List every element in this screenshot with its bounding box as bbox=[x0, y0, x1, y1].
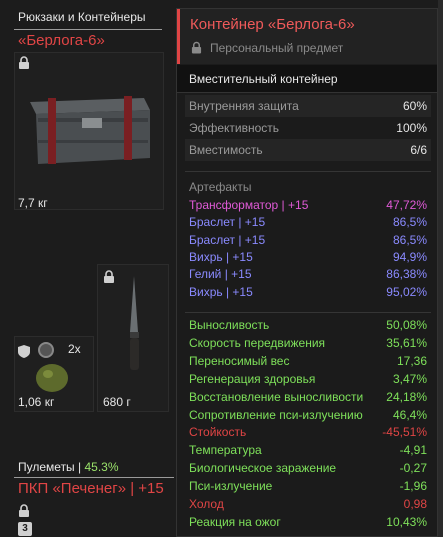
container-name: «Берлога-6» bbox=[18, 32, 105, 49]
artifact-name: Браслет | +15 bbox=[189, 215, 266, 230]
lock-icon bbox=[103, 270, 115, 283]
stat-label: Реакция на ожог bbox=[189, 514, 281, 529]
stat-label: Температура bbox=[189, 443, 262, 458]
stat-value: -4,91 bbox=[399, 443, 427, 458]
param-label: Внутренняя защита bbox=[189, 99, 299, 113]
stat-row: Биологическое заражение -0,27 bbox=[189, 461, 427, 479]
tooltip-subtitle: Персональный предмет bbox=[210, 41, 344, 55]
stat-value: -45,51% bbox=[382, 425, 427, 440]
artifact-row: Трансформатор | +15 47,72% bbox=[189, 198, 427, 216]
param-row: Вместимость 6/6 bbox=[185, 139, 431, 161]
stat-value: 17,36 bbox=[396, 353, 427, 368]
artifact-value: 95,02% bbox=[386, 284, 427, 299]
param-value: 60% bbox=[402, 99, 427, 113]
machinegun-badge: 3 bbox=[18, 522, 32, 536]
param-label: Эффективность bbox=[189, 121, 280, 135]
artifact-row: Вихрь | +15 94,9% bbox=[189, 250, 427, 268]
param-value: 6/6 bbox=[410, 143, 427, 157]
lock-icon bbox=[18, 504, 30, 517]
stat-row: Переносимый вес 17,36 bbox=[189, 354, 427, 372]
machineguns-underline bbox=[14, 477, 174, 478]
artifact-value: 86,5% bbox=[392, 232, 427, 247]
item-tooltip: Контейнер «Берлога-6» Персональный предм… bbox=[176, 8, 438, 537]
item-type-bar: Вместительный контейнер bbox=[177, 65, 437, 93]
stat-row: Стойкость -45,51% bbox=[189, 425, 427, 443]
artifact-value: 86,38% bbox=[386, 267, 427, 282]
tooltip-title: Контейнер «Берлога-6» bbox=[190, 16, 355, 33]
container-box-image bbox=[30, 96, 150, 164]
knife-image bbox=[130, 276, 139, 370]
stat-value: 3,47% bbox=[392, 371, 427, 386]
stat-label: Стойкость bbox=[189, 425, 247, 440]
stat-row: Выносливость 50,08% bbox=[189, 318, 427, 336]
stat-row: Холод 0,98 bbox=[189, 497, 427, 515]
grenade-count: 2x bbox=[68, 342, 81, 356]
param-row: Эффективность 100% bbox=[185, 117, 431, 139]
artifact-value: 86,5% bbox=[392, 215, 427, 230]
artifact-value: 94,9% bbox=[392, 249, 427, 264]
knife-weight: 680 г bbox=[103, 395, 131, 409]
stat-value: -0,27 bbox=[399, 461, 427, 476]
artifact-row: Браслет | +15 86,5% bbox=[189, 215, 427, 233]
stat-label: Скорость передвижения bbox=[189, 335, 326, 350]
container-weight: 7,7 кг bbox=[18, 196, 48, 210]
category-title: Рюкзаки и Контейнеры bbox=[18, 10, 146, 24]
stat-row: Регенерация здоровья 3,47% bbox=[189, 372, 427, 390]
artifact-row: Браслет | +15 86,5% bbox=[189, 233, 427, 251]
machineguns-separator: | bbox=[74, 460, 85, 474]
lock-icon bbox=[191, 41, 202, 54]
artifact-row: Вихрь | +15 95,02% bbox=[189, 285, 427, 303]
stat-row: Реакция на ожог 10,43% bbox=[189, 515, 427, 533]
stat-label: Холод bbox=[189, 497, 224, 511]
param-label: Вместимость bbox=[189, 143, 263, 157]
machineguns-label: Пулеметы bbox=[18, 460, 75, 474]
machineguns-category: Пулеметы | 45.3% bbox=[18, 460, 119, 474]
stat-row: Сопротивление пси-излучению 46,4% bbox=[189, 408, 427, 426]
stat-value: 10,43% bbox=[386, 514, 427, 529]
stat-value: 50,08% bbox=[386, 318, 427, 332]
param-value: 100% bbox=[396, 121, 427, 135]
stat-row: Пси-излучение -1,96 bbox=[189, 479, 427, 497]
artifact-value: 47,72% bbox=[386, 198, 427, 212]
stat-label: Биологическое заражение bbox=[189, 461, 337, 476]
stat-row: Восстановление выносливости 24,18% bbox=[189, 390, 427, 408]
shield-icon bbox=[18, 345, 30, 358]
background-edge bbox=[438, 0, 443, 537]
stat-value: 35,61% bbox=[386, 335, 427, 350]
stat-label: Пси-излучение bbox=[189, 479, 273, 494]
stat-label: Сопротивление пси-излучению bbox=[189, 407, 363, 422]
item-type: Вместительный контейнер bbox=[189, 72, 338, 86]
stat-value: 0,98 bbox=[403, 497, 427, 511]
machineguns-percent: 45.3% bbox=[84, 460, 119, 474]
stat-label: Выносливость bbox=[189, 318, 270, 332]
artifacts-title: Артефакты bbox=[189, 180, 252, 194]
tooltip-header: Контейнер «Берлога-6» Персональный предм… bbox=[177, 9, 437, 64]
stat-label: Переносимый вес bbox=[189, 353, 290, 368]
stat-value: -1,96 bbox=[399, 479, 427, 494]
artifact-name: Вихрь | +15 bbox=[189, 249, 253, 264]
stat-value: 46,4% bbox=[392, 407, 427, 422]
artifact-name: Браслет | +15 bbox=[189, 232, 266, 247]
stat-row: Температура -4,91 bbox=[189, 443, 427, 461]
artifact-name: Гелий | +15 bbox=[189, 267, 252, 282]
divider bbox=[185, 312, 431, 313]
category-underline bbox=[14, 29, 162, 30]
lock-icon bbox=[18, 56, 30, 69]
machinegun-item-name[interactable]: ПКП «Печенег» | +15 bbox=[18, 480, 164, 497]
stat-row: Скорость передвижения 35,61% bbox=[189, 336, 427, 354]
param-row: Внутренняя защита 60% bbox=[185, 95, 431, 117]
artifact-name: Трансформатор | +15 bbox=[189, 198, 309, 212]
stat-label: Восстановление выносливости bbox=[189, 389, 364, 404]
artifact-name: Вихрь | +15 bbox=[189, 284, 253, 299]
stat-label: Регенерация здоровья bbox=[189, 371, 316, 386]
artifact-row: Гелий | +15 86,38% bbox=[189, 267, 427, 285]
grenade-weight: 1,06 кг bbox=[18, 395, 55, 409]
divider bbox=[185, 171, 431, 172]
stat-value: 24,18% bbox=[386, 389, 427, 404]
